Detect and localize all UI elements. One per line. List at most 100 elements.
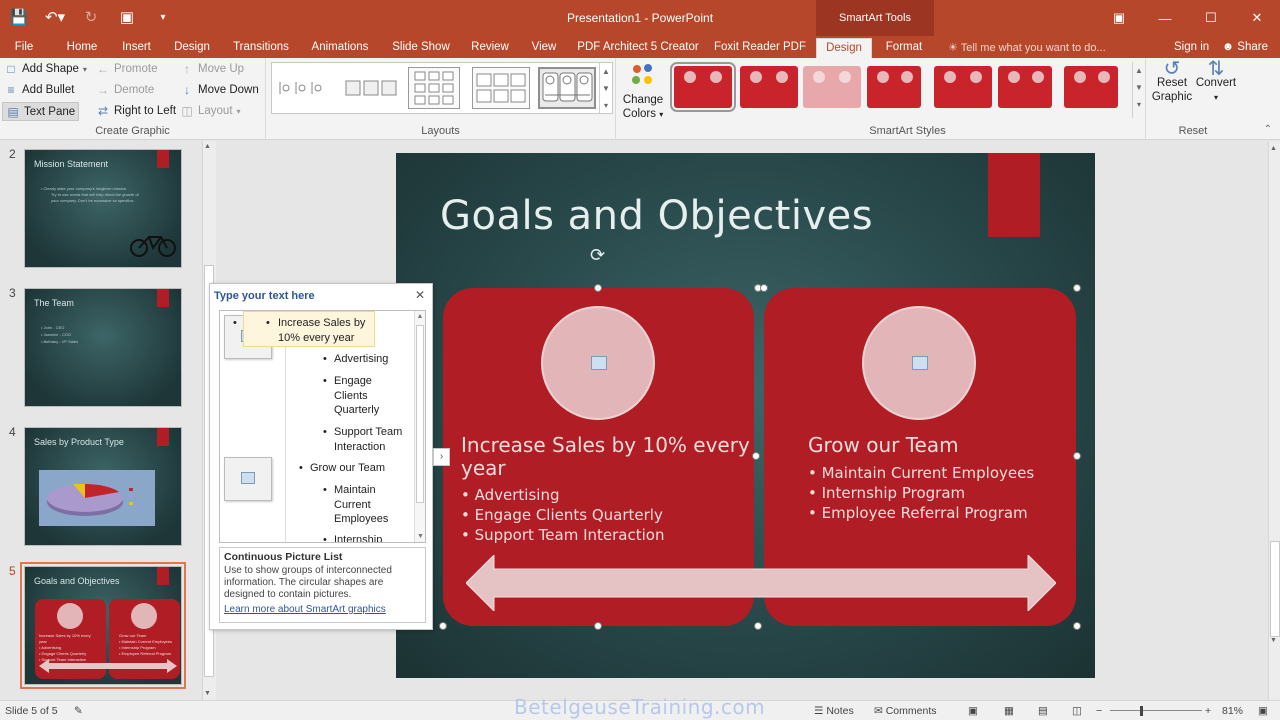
- layout-button[interactable]: ◫ Layout ▾: [180, 104, 240, 118]
- text-pane-button[interactable]: ▤ Text Pane: [2, 102, 80, 121]
- style-option-2[interactable]: [740, 66, 798, 108]
- reset-graphic-button[interactable]: ↺ Reset Graphic: [1150, 59, 1194, 104]
- reading-view-icon[interactable]: ▤: [1038, 705, 1048, 717]
- current-slide[interactable]: Goals and Objectives Increase Sales by 1…: [396, 153, 1095, 678]
- slideshow-icon[interactable]: ◫: [1072, 705, 1082, 717]
- notes-button[interactable]: ☰ Notes: [814, 705, 854, 717]
- resize-handle[interactable]: [760, 284, 768, 292]
- tab-review[interactable]: Review: [464, 38, 516, 58]
- resize-handle[interactable]: [594, 622, 602, 630]
- shape-bullet[interactable]: • Support Team Interaction: [461, 526, 664, 544]
- shape-heading-left[interactable]: Increase Sales by 10% every year: [461, 434, 751, 480]
- zoom-level[interactable]: 81%: [1222, 705, 1243, 717]
- picture-placeholder-left[interactable]: [541, 306, 655, 420]
- resize-handle[interactable]: [1073, 622, 1081, 630]
- shape-bullet[interactable]: • Advertising: [461, 486, 559, 504]
- ribbon-display-options-icon[interactable]: ▣: [1096, 0, 1142, 36]
- scroll-up-icon[interactable]: ▲: [1135, 66, 1143, 75]
- more-icon[interactable]: ▾: [604, 101, 608, 110]
- resize-handle[interactable]: [439, 622, 447, 630]
- style-option-4[interactable]: [867, 66, 921, 108]
- tab-smartart-format[interactable]: Format: [878, 38, 930, 58]
- style-option-3[interactable]: [803, 66, 861, 108]
- scroll-down-icon[interactable]: ▼: [602, 84, 610, 93]
- shape-bullet[interactable]: • Maintain Current Employees: [808, 464, 1034, 482]
- layout-option-4[interactable]: [472, 67, 530, 109]
- shape-bullet[interactable]: • Engage Clients Quarterly: [461, 506, 663, 524]
- add-bullet-button[interactable]: ≡ Add Bullet: [4, 83, 74, 97]
- minimize-icon[interactable]: —: [1142, 0, 1188, 36]
- style-option-1[interactable]: [670, 62, 736, 112]
- continuous-arrow-shape[interactable]: [466, 555, 1056, 611]
- scroll-down-icon[interactable]: ▼: [1135, 83, 1143, 92]
- scroll-down-icon[interactable]: ▼: [417, 533, 424, 540]
- shape-heading-right[interactable]: Grow our Team: [808, 434, 959, 457]
- tab-smartart-design[interactable]: Design: [816, 38, 872, 58]
- scroll-up-icon[interactable]: ▲: [204, 143, 211, 150]
- canvas-scrollbar[interactable]: ▲ ▼: [1268, 141, 1280, 700]
- tell-me-box[interactable]: ☀ Tell me what you want to do...: [948, 41, 1106, 54]
- rotate-handle-icon[interactable]: ⟳: [590, 245, 605, 266]
- share-button[interactable]: ☻ Share: [1222, 41, 1268, 53]
- slide-thumbnail-4[interactable]: Sales by Product Type: [24, 427, 182, 546]
- tab-view[interactable]: View: [524, 38, 564, 58]
- comments-button[interactable]: ✉ Comments: [874, 705, 936, 717]
- demote-button[interactable]: → Demote: [96, 83, 154, 97]
- text-pane-scrollbar[interactable]: ▲ ▼: [414, 311, 425, 542]
- tab-foxit-reader[interactable]: Foxit Reader PDF: [712, 38, 808, 58]
- scroll-up-icon[interactable]: ▲: [602, 67, 610, 76]
- normal-view-icon[interactable]: ▣: [968, 705, 978, 717]
- text-pane-item[interactable]: Support Team Interaction: [323, 425, 419, 454]
- style-option-5[interactable]: [934, 66, 992, 108]
- resize-handle[interactable]: [754, 622, 762, 630]
- right-to-left-button[interactable]: ⇄ Right to Left: [96, 104, 176, 118]
- tab-pdf-architect[interactable]: PDF Architect 5 Creator: [574, 38, 702, 58]
- resize-handle[interactable]: [752, 452, 760, 460]
- move-up-button[interactable]: ↑ Move Up: [180, 62, 244, 76]
- tab-design[interactable]: Design: [168, 38, 216, 58]
- style-option-7[interactable]: [1064, 66, 1118, 108]
- layout-option-2[interactable]: [342, 67, 400, 109]
- text-pane-item[interactable]: Engage Clients Quarterly: [323, 374, 406, 418]
- slide-thumbnail-3[interactable]: The Team • John - CEO • Jasmine - COO • …: [24, 288, 182, 407]
- resize-handle[interactable]: [1073, 452, 1081, 460]
- sign-in-link[interactable]: Sign in: [1174, 41, 1209, 53]
- close-icon[interactable]: ✕: [1234, 0, 1280, 36]
- layout-option-1[interactable]: [276, 67, 334, 109]
- scrollbar-thumb[interactable]: [416, 325, 424, 503]
- tab-file[interactable]: File: [0, 38, 48, 58]
- convert-button[interactable]: ⇅ Convert ▾: [1194, 59, 1238, 105]
- scroll-up-icon[interactable]: ▲: [1270, 145, 1277, 152]
- zoom-out-icon[interactable]: −: [1096, 705, 1102, 717]
- more-icon[interactable]: ▾: [1137, 100, 1141, 109]
- learn-more-link[interactable]: Learn more about SmartArt graphics: [224, 604, 386, 615]
- close-icon[interactable]: ✕: [415, 288, 425, 302]
- text-pane-editor[interactable]: •Increase Sales by 10% every year Advert…: [219, 310, 426, 543]
- layout-option-continuous-picture-list[interactable]: [538, 67, 596, 109]
- scroll-down-icon[interactable]: ▼: [1270, 637, 1277, 644]
- spelling-icon[interactable]: ✎: [74, 705, 83, 717]
- tab-slide-show[interactable]: Slide Show: [386, 38, 456, 58]
- style-option-6[interactable]: [998, 66, 1052, 108]
- layout-option-3[interactable]: [408, 67, 460, 109]
- zoom-slider[interactable]: [1110, 710, 1202, 711]
- styles-gallery-scroll[interactable]: ▲ ▼ ▾: [1132, 62, 1145, 118]
- collapse-ribbon-icon[interactable]: ⌃: [1264, 124, 1272, 135]
- shape-bullet[interactable]: • Internship Program: [808, 484, 965, 502]
- text-pane-item[interactable]: Internship: [323, 533, 419, 542]
- slide-thumbnail-2[interactable]: Mission Statement • Clearly state your c…: [24, 149, 182, 268]
- picture-placeholder-right[interactable]: [224, 457, 272, 501]
- resize-handle[interactable]: [594, 284, 602, 292]
- text-pane-toggle[interactable]: ›: [433, 448, 450, 466]
- tab-home[interactable]: Home: [58, 38, 106, 58]
- change-colors-button[interactable]: Change Colors ▾: [616, 58, 670, 140]
- text-pane-item[interactable]: •Increase Sales by 10% every year: [233, 311, 375, 347]
- scroll-down-icon[interactable]: ▼: [204, 690, 211, 697]
- tab-animations[interactable]: Animations: [304, 38, 376, 58]
- shape-bullet[interactable]: • Employee Referral Program: [808, 504, 1028, 522]
- scroll-up-icon[interactable]: ▲: [415, 313, 425, 320]
- resize-handle[interactable]: [1073, 284, 1081, 292]
- text-pane-item[interactable]: Grow our Team: [299, 461, 410, 476]
- slide-title[interactable]: Goals and Objectives: [440, 193, 873, 239]
- add-shape-button[interactable]: □ Add Shape ▾: [4, 62, 87, 76]
